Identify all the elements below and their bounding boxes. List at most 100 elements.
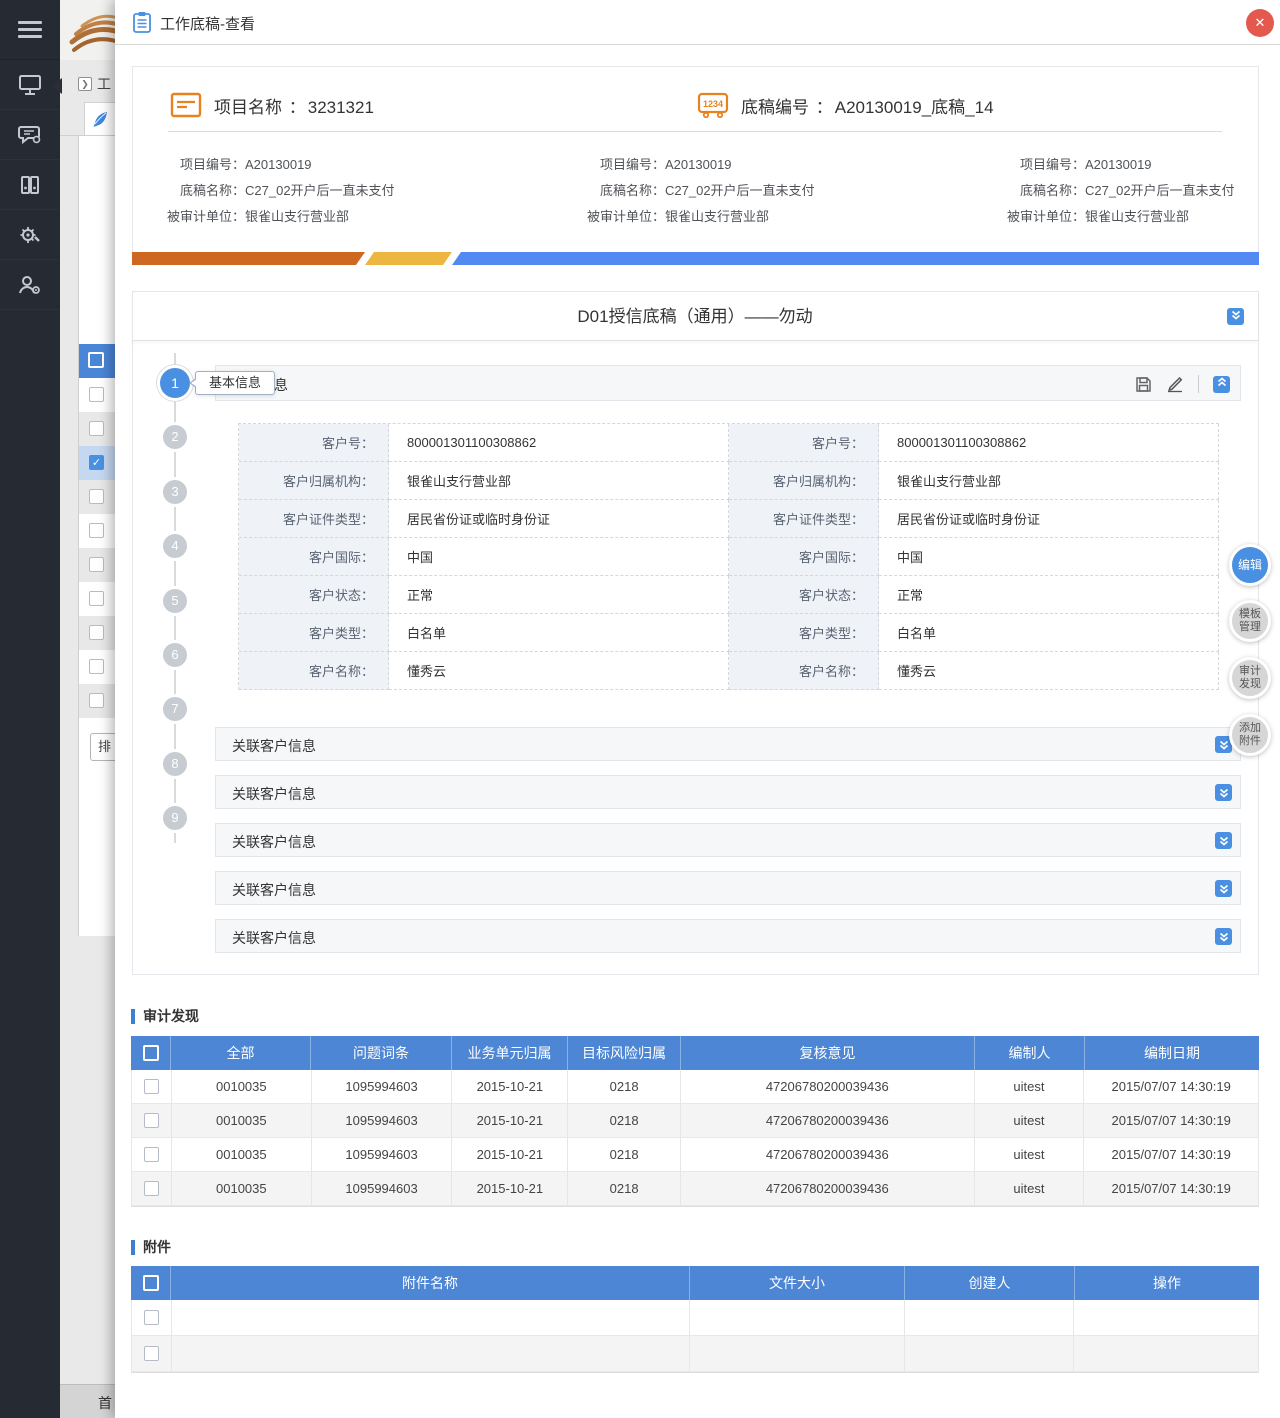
background-row[interactable]	[79, 582, 116, 616]
fab-template[interactable]: 模板管理	[1229, 600, 1271, 642]
collapsed-section-bar[interactable]: 关联客户信息	[215, 775, 1241, 809]
info-value: C27_02开户后一直未支付	[665, 178, 815, 204]
form-title-row: D01授信底稿（通用）——勿动	[132, 292, 1258, 341]
field-label: 客户类型：	[729, 614, 879, 652]
sidebar-item-users[interactable]	[0, 260, 60, 310]
step-7[interactable]: 7	[163, 697, 187, 721]
cell	[690, 1300, 905, 1336]
expand-button[interactable]	[1215, 928, 1232, 945]
step-3[interactable]: 3	[163, 480, 187, 504]
header-cell: 目标风险归属	[568, 1036, 681, 1070]
row-checkbox[interactable]	[144, 1181, 159, 1196]
row-checkbox[interactable]	[89, 421, 104, 436]
background-row[interactable]	[79, 378, 116, 412]
field-label: 客户状态：	[239, 576, 389, 614]
info-column: 项目编号：A20130019底稿名称：C27_02开户后一直未支付被审计单位：银…	[150, 152, 570, 230]
row-checkbox[interactable]: ✓	[89, 455, 104, 470]
step-6[interactable]: 6	[163, 643, 187, 667]
attachments-table: 附件名称文件大小创建人操作	[131, 1266, 1259, 1373]
background-row[interactable]: ✓	[79, 446, 116, 480]
row-checkbox-cell	[132, 1138, 172, 1172]
active-item-arrow	[52, 78, 62, 94]
breadcrumb[interactable]: ❯ 工	[78, 74, 111, 94]
close-button[interactable]: ✕	[1246, 9, 1274, 37]
field-value: 懂秀云	[389, 652, 729, 690]
row-checkbox[interactable]	[144, 1310, 159, 1325]
step-8[interactable]: 8	[163, 752, 187, 776]
sidebar-item-workspace[interactable]	[0, 60, 60, 110]
fab-edit[interactable]: 编辑	[1229, 544, 1271, 586]
select-all-checkbox[interactable]	[143, 1045, 159, 1061]
user-gear-icon	[18, 274, 42, 296]
section-collapse-button[interactable]	[1213, 376, 1230, 393]
step-5[interactable]: 5	[163, 589, 187, 613]
info-value: C27_02开户后一直未支付	[1085, 178, 1235, 204]
info-label: 被审计单位	[990, 204, 1072, 230]
row-checkbox[interactable]	[144, 1346, 159, 1361]
background-row[interactable]	[79, 514, 116, 548]
expand-button[interactable]	[1215, 784, 1232, 801]
row-checkbox[interactable]	[144, 1113, 159, 1128]
collapsed-section-bar[interactable]: 关联客户信息	[215, 823, 1241, 857]
info-row: 被审计单位：银雀山支行营业部	[570, 204, 990, 230]
collapsed-section-bar[interactable]: 关联客户信息	[215, 727, 1241, 761]
cell: 1095994603	[312, 1138, 453, 1172]
collapsed-section-bar[interactable]: 关联客户信息	[215, 919, 1241, 953]
row-checkbox[interactable]	[89, 693, 104, 708]
info-column: 项目编号：A20130019底稿名称：C27_02开户后一直未支付被审计单位：银…	[990, 152, 1240, 230]
background-row[interactable]	[79, 412, 116, 446]
step-1[interactable]: 1	[160, 368, 190, 398]
sidebar-item-settings[interactable]	[0, 210, 60, 260]
fab-attach[interactable]: 添加附件	[1229, 714, 1271, 756]
row-checkbox[interactable]	[89, 659, 104, 674]
row-checkbox[interactable]	[144, 1079, 159, 1094]
cell: 0010035	[172, 1138, 312, 1172]
row-checkbox[interactable]	[89, 557, 104, 572]
background-tab[interactable]	[84, 102, 116, 136]
row-checkbox-cell	[132, 1336, 172, 1372]
form-collapse-button[interactable]	[1227, 308, 1244, 325]
step-4[interactable]: 4	[163, 534, 187, 558]
audit-table: 全部问题词条业务单元归属目标风险归属复核意见编制人编制日期00100351095…	[131, 1036, 1259, 1207]
project-name: 项目名称 ：3231321	[214, 93, 374, 118]
background-row[interactable]	[79, 650, 116, 684]
row-checkbox[interactable]	[89, 625, 104, 640]
fab-label: 审计发现	[1238, 665, 1262, 691]
cell: uitest	[975, 1138, 1085, 1172]
books-icon	[19, 174, 41, 196]
expand-button[interactable]	[1215, 832, 1232, 849]
collapsed-section-title: 关联客户信息	[232, 736, 316, 756]
row-checkbox[interactable]	[89, 489, 104, 504]
header-cell: 全部	[171, 1036, 311, 1070]
hamburger-icon	[18, 21, 42, 39]
select-all-checkbox[interactable]	[143, 1275, 159, 1291]
menu-toggle-button[interactable]	[0, 0, 60, 60]
info-value: 银雀山支行营业部	[665, 204, 769, 230]
fab-audit[interactable]: 审计发现	[1229, 657, 1271, 699]
row-checkbox[interactable]	[89, 591, 104, 606]
cell: 0218	[568, 1070, 681, 1104]
edit-button[interactable]	[1166, 375, 1184, 393]
collapsed-section-bar[interactable]: 关联客户信息	[215, 871, 1241, 905]
row-checkbox[interactable]	[89, 387, 104, 402]
step-2[interactable]: 2	[163, 425, 187, 449]
step-9[interactable]: 9	[163, 806, 187, 830]
background-row[interactable]	[79, 684, 116, 718]
save-button[interactable]	[1135, 376, 1152, 393]
info-row: 底稿名称：C27_02开户后一直未支付	[150, 178, 570, 204]
select-all-checkbox[interactable]	[88, 352, 104, 368]
background-table-header	[79, 344, 116, 378]
sidebar-item-messages[interactable]	[0, 110, 60, 160]
app-sidebar	[0, 0, 60, 1418]
expand-button[interactable]	[1215, 880, 1232, 897]
field-colon: ：	[851, 547, 864, 566]
background-row[interactable]	[79, 548, 116, 582]
info-colon: ：	[652, 204, 665, 230]
row-checkbox[interactable]	[144, 1147, 159, 1162]
background-row[interactable]	[79, 616, 116, 650]
info-value: A20130019	[245, 152, 312, 178]
background-row[interactable]	[79, 480, 116, 514]
sidebar-item-archives[interactable]	[0, 160, 60, 210]
row-checkbox[interactable]	[89, 523, 104, 538]
pager-first-button[interactable]: 首	[98, 1393, 112, 1413]
